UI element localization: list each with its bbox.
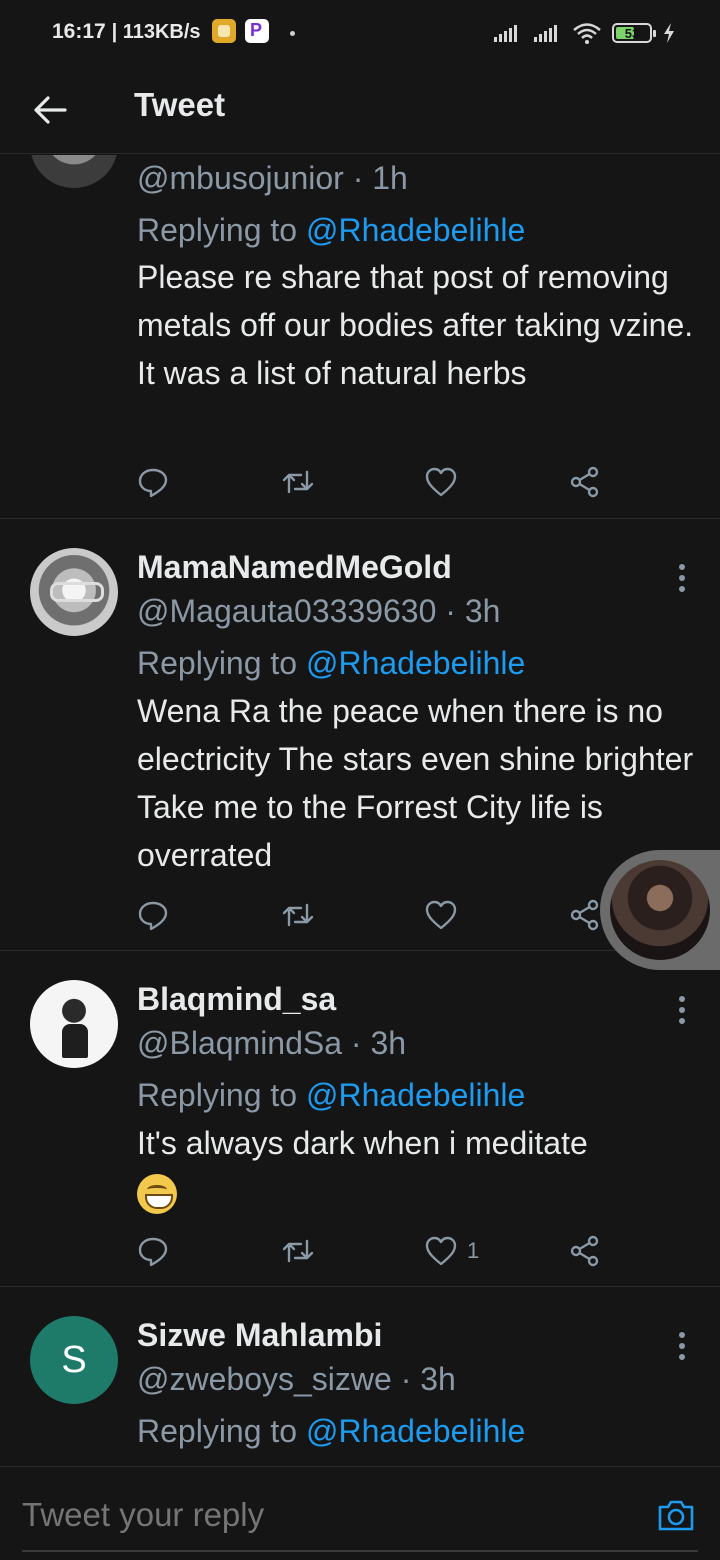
status-time: 16:17 | 113KB/s <box>52 20 201 44</box>
screen: 16:17 | 113KB/s 53 <box>0 0 720 1560</box>
camera-button[interactable] <box>656 1495 696 1535</box>
back-arrow-icon <box>34 96 67 124</box>
tweet-item[interactable]: @mbusojunior · 1h Replying to @Rhadebeli… <box>0 155 720 519</box>
page-title: Tweet <box>134 86 226 123</box>
app-header: Tweet <box>0 66 720 154</box>
replies-feed[interactable]: @mbusojunior · 1h Replying to @Rhadebeli… <box>0 155 720 1466</box>
replying-to: Replying to @Rhadebelihle <box>137 1077 525 1114</box>
notification-app-icon <box>212 19 236 43</box>
time-text: 16:17 <box>52 20 106 43</box>
avatar[interactable] <box>30 155 118 188</box>
tweet-text: Wena Ra the peace when there is no elect… <box>137 693 694 873</box>
share-icon <box>570 466 599 498</box>
notification-p-icon <box>245 19 269 43</box>
tweet-author-name[interactable]: Blaqmind_sa <box>137 981 336 1018</box>
reply-icon <box>138 901 168 931</box>
tweet-text-content: It's always dark when i meditate <box>137 1125 588 1161</box>
share-button[interactable] <box>569 1231 601 1271</box>
grinning-emoji-icon <box>137 1173 177 1214</box>
share-icon <box>570 1235 599 1267</box>
tweet-author-name[interactable]: MamaNamedMeGold <box>137 549 452 586</box>
retweet-button[interactable] <box>281 895 315 935</box>
mention-link[interactable]: @Rhadebelihle <box>306 645 525 681</box>
tweet-handle[interactable]: @mbusojunior · 1h <box>137 160 408 197</box>
battery-icon: 53 <box>612 23 656 43</box>
reply-icon <box>138 1237 168 1267</box>
tweet-item[interactable]: S Sizwe Mahlambi @zweboys_sizwe · 3h Rep… <box>0 1287 720 1466</box>
tweet-actions <box>137 895 617 935</box>
tweet-actions: 1 <box>137 1231 617 1271</box>
signal-icon <box>494 25 517 42</box>
tweet-author-name[interactable]: Sizwe Mahlambi <box>137 1317 382 1354</box>
input-underline <box>22 1550 698 1552</box>
floating-avatar <box>610 860 710 960</box>
tweet-actions <box>137 462 617 502</box>
wifi-icon <box>573 23 601 44</box>
reply-bar <box>0 1466 720 1560</box>
share-icon <box>570 899 599 931</box>
mention-link[interactable]: @Rhadebelihle <box>306 212 525 248</box>
retweet-button[interactable] <box>281 1231 315 1271</box>
replying-prefix: Replying to <box>137 1413 306 1449</box>
like-count: 1 <box>467 1238 480 1263</box>
more-vertical-icon <box>679 564 685 592</box>
more-vertical-icon <box>679 1332 685 1360</box>
mention-link[interactable]: @Rhadebelihle <box>306 1413 525 1449</box>
replying-to: Replying to @Rhadebelihle <box>137 645 525 682</box>
signal-icon-2 <box>534 25 557 42</box>
charging-icon <box>664 23 674 43</box>
avatar[interactable]: S <box>30 1316 118 1404</box>
mention-link[interactable]: @Rhadebelihle <box>306 1077 525 1113</box>
network-speed: | 113KB/s <box>111 21 201 43</box>
like-button[interactable] <box>425 895 457 935</box>
replying-prefix: Replying to <box>137 212 306 248</box>
reply-icon <box>138 468 168 498</box>
back-button[interactable] <box>26 86 74 134</box>
replying-prefix: Replying to <box>137 1077 306 1113</box>
more-options-button[interactable] <box>670 561 694 595</box>
more-vertical-icon <box>679 996 685 1024</box>
avatar[interactable] <box>30 980 118 1068</box>
reply-button[interactable] <box>137 895 169 935</box>
tweet-text: Please re share that post of removing me… <box>137 259 694 391</box>
battery-level: 53 <box>624 25 640 41</box>
reply-button[interactable] <box>137 462 169 502</box>
status-bar: 16:17 | 113KB/s 53 <box>0 0 720 66</box>
camera-icon <box>658 1500 694 1531</box>
retweet-icon <box>282 470 314 494</box>
replying-to: Replying to @Rhadebelihle <box>137 1413 525 1450</box>
replying-prefix: Replying to <box>137 645 306 681</box>
like-button[interactable]: 1 <box>425 1231 479 1271</box>
tweet-handle[interactable]: @BlaqmindSa · 3h <box>137 1025 406 1062</box>
like-button[interactable] <box>425 462 457 502</box>
tweet-handle[interactable]: @zweboys_sizwe · 3h <box>137 1361 456 1398</box>
heart-icon <box>425 467 457 497</box>
reply-input[interactable] <box>22 1491 622 1539</box>
retweet-icon <box>282 1239 314 1263</box>
heart-icon <box>425 900 457 930</box>
more-options-button[interactable] <box>670 1329 694 1363</box>
floating-chat-bubble[interactable] <box>600 850 720 970</box>
retweet-icon <box>282 903 314 927</box>
share-button[interactable] <box>569 462 601 502</box>
retweet-button[interactable] <box>281 462 315 502</box>
share-button[interactable] <box>569 895 601 935</box>
more-notifications-dot <box>290 31 295 36</box>
more-options-button[interactable] <box>670 993 694 1027</box>
tweet-handle[interactable]: @Magauta03339630 · 3h <box>137 593 500 630</box>
avatar[interactable] <box>30 548 118 636</box>
tweet-text: It's always dark when i meditate <box>137 1119 697 1215</box>
status-icons: 53 <box>492 18 676 48</box>
replying-to: Replying to @Rhadebelihle <box>137 212 525 249</box>
reply-button[interactable] <box>137 1231 169 1271</box>
heart-icon <box>425 1236 457 1266</box>
